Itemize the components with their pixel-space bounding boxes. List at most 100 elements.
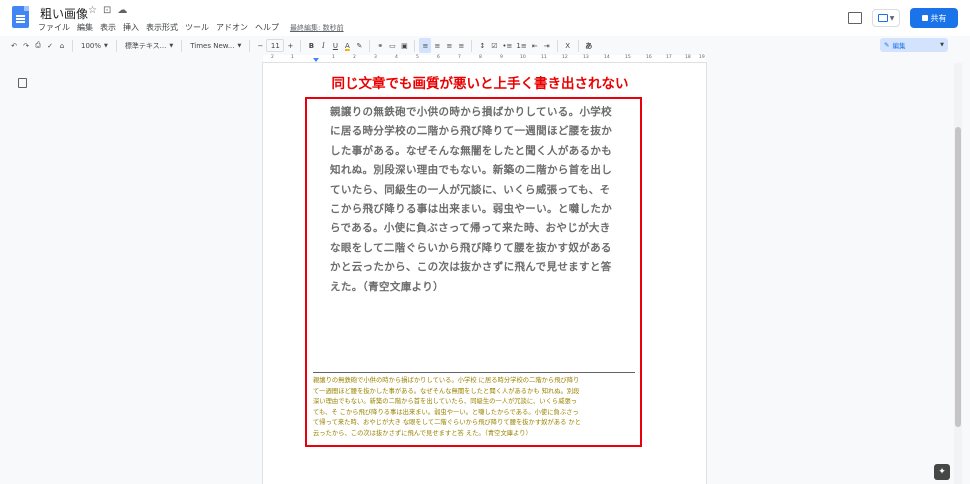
clear-formatting-icon[interactable]: Ⅹ bbox=[562, 38, 574, 53]
move-folder-icon[interactable]: ⊡ bbox=[103, 5, 111, 16]
present-button[interactable]: ▼ bbox=[872, 9, 900, 27]
align-right-icon[interactable]: ≡ bbox=[443, 38, 455, 53]
docs-logo-icon[interactable] bbox=[12, 6, 29, 28]
decrease-font-size-button[interactable]: − bbox=[254, 38, 266, 53]
editing-mode-label: 編集 bbox=[892, 42, 906, 50]
image-text-line: えた。（青空文庫より） bbox=[330, 280, 444, 293]
horizontal-rule bbox=[313, 372, 635, 373]
vertical-ruler[interactable] bbox=[0, 63, 8, 484]
align-justify-icon[interactable]: ≡ bbox=[455, 38, 467, 53]
bold-button[interactable]: B bbox=[305, 38, 317, 53]
ruler-number: 4 bbox=[395, 55, 398, 60]
comment-icon[interactable]: ▭ bbox=[386, 38, 398, 53]
ocr-result-text[interactable]: 親譲りの無鉄砲で小供の時から損ばかりしている。小学校 に居る時分学校の二階から飛… bbox=[313, 376, 637, 440]
pencil-icon: ✎ bbox=[884, 41, 890, 49]
text-color-button[interactable]: A bbox=[341, 38, 353, 53]
zoom-select[interactable]: 100% ▼ bbox=[77, 42, 112, 50]
toolbar-divider bbox=[414, 39, 416, 52]
line-spacing-icon[interactable]: ↕ bbox=[476, 38, 488, 53]
italic-button[interactable]: I bbox=[317, 38, 329, 53]
menu-tools[interactable]: ツール bbox=[185, 22, 209, 33]
font-select[interactable]: Times New... ▼ bbox=[186, 42, 245, 50]
editing-mode-select[interactable]: ✎ 編集 ▼ bbox=[880, 38, 948, 52]
ruler-number: 12 bbox=[562, 55, 568, 60]
image-text-line: らである。小使に負ぶさって帰って来た時、おやじが大き bbox=[330, 222, 611, 235]
font-size-input[interactable]: 11 bbox=[266, 39, 285, 52]
toolbar-divider bbox=[471, 39, 473, 52]
document-outline-icon[interactable] bbox=[18, 78, 27, 88]
explore-icon[interactable]: ✦ bbox=[934, 464, 950, 480]
ruler-number: 19 bbox=[699, 55, 705, 60]
image-text-line: 知れぬ。別段深い理由でもない。新築の二階から首を出し bbox=[330, 164, 613, 177]
paint-format-icon[interactable]: ⌂ bbox=[56, 38, 68, 53]
numbered-list-icon[interactable]: 1≡ bbox=[514, 38, 528, 53]
vertical-scrollbar[interactable] bbox=[954, 63, 962, 484]
image-text-line: した事がある。なぜそんな無闇をしたと聞く人があるかも bbox=[330, 144, 613, 157]
star-icon[interactable]: ☆ bbox=[88, 5, 97, 16]
horizontal-ruler[interactable]: 2 1 1 2 3 4 5 6 7 8 9 10 11 12 13 14 15 … bbox=[263, 55, 706, 63]
present-icon bbox=[877, 14, 888, 22]
chevron-down-icon: ▼ bbox=[104, 42, 108, 49]
style-value: 標準テキス... bbox=[124, 41, 167, 50]
document-headline: 同じ文章でも画質が悪いと上手く書き出されない bbox=[331, 76, 629, 92]
ocr-text-line: 親譲りの無鉄砲で小供の時から損ばかりしている。小学校 に居る時分学校の二階から飛… bbox=[313, 377, 580, 384]
ruler-number: 2 bbox=[353, 55, 356, 60]
increase-indent-icon[interactable]: ⇥ bbox=[541, 38, 553, 53]
spellcheck-icon[interactable]: ✓ bbox=[44, 38, 56, 53]
image-text-line: ていたら、同級生の一人が冗談に、いくら威張っても、そ bbox=[330, 183, 611, 196]
menu-edit[interactable]: 編集 bbox=[77, 22, 93, 33]
ocr-text-line: 深い理由でもない。新築の二階から首を出していたら、同級生の一人が冗談に、いくら威… bbox=[313, 398, 578, 406]
checklist-icon[interactable]: ☑ bbox=[488, 38, 500, 53]
ocr-text-line: 云ったから、この次は抜かさずに飛んで見せますと答 えた。（青空文庫より） bbox=[313, 429, 532, 437]
menu-insert[interactable]: 挿入 bbox=[123, 22, 139, 33]
menu-bar: ファイル 編集 表示 挿入 表示形式 ツール アドオン ヘルプ 最終編集: 数秒… bbox=[38, 22, 344, 33]
image-text-line: な眼をして二階ぐらいから飛び降りて腰を抜かす奴がある bbox=[330, 241, 612, 254]
lock-icon bbox=[921, 15, 928, 21]
image-icon[interactable]: ▣ bbox=[398, 38, 410, 53]
ocr-text-line: て一週間ほど腰を抜かした事がある。なぜそんな無闇をしたと聞く人があるかも 知れぬ… bbox=[313, 387, 580, 395]
ruler-number: 9 bbox=[500, 55, 503, 60]
undo-icon[interactable]: ↶ bbox=[8, 38, 20, 53]
menu-file[interactable]: ファイル bbox=[38, 22, 70, 33]
image-text-line: こから飛び降りる事は出来まい。弱虫やーい。と囃したか bbox=[330, 203, 613, 216]
last-edit-link[interactable]: 最終編集: 数秒前 bbox=[290, 23, 344, 33]
toolbar-divider bbox=[369, 39, 371, 52]
comment-history-icon[interactable] bbox=[848, 12, 862, 24]
scrollbar-thumb[interactable] bbox=[955, 127, 961, 427]
align-left-icon[interactable]: ≡ bbox=[419, 38, 432, 53]
cloud-status-icon[interactable]: ☁ bbox=[117, 5, 127, 16]
image-text-line: かと云ったから、この次は抜かさずに飛んで見せますと答 bbox=[330, 261, 612, 274]
ruler-area: 2 1 1 2 3 4 5 6 7 8 9 10 11 12 13 14 15 … bbox=[0, 55, 970, 63]
link-icon[interactable]: ⚭ bbox=[374, 38, 386, 53]
ruler-number: 5 bbox=[416, 55, 419, 60]
font-value: Times New... bbox=[190, 41, 235, 50]
document-title[interactable]: 粗い画像 bbox=[40, 5, 88, 22]
decrease-indent-icon[interactable]: ⇤ bbox=[529, 38, 541, 53]
low-quality-image-text[interactable]: 親譲りの無鉄砲で小供の時から損ばかりしている。小学校 に居る時分学校の二階から飛… bbox=[330, 103, 620, 297]
ruler-number: 7 bbox=[458, 55, 461, 60]
toolbar-divider bbox=[556, 39, 558, 52]
indent-marker-icon[interactable] bbox=[313, 58, 319, 62]
image-text-line: に居る時分学校の二階から飛び降りて一週間ほど腰を抜か bbox=[330, 125, 613, 138]
menu-addons[interactable]: アドオン bbox=[216, 22, 248, 33]
print-icon[interactable]: ⎙ bbox=[32, 38, 44, 53]
chevron-down-icon: ▼ bbox=[940, 42, 944, 48]
highlight-icon[interactable]: ✎ bbox=[353, 38, 365, 53]
increase-font-size-button[interactable]: + bbox=[284, 38, 296, 53]
toolbar-divider bbox=[72, 39, 73, 52]
toolbar-divider bbox=[115, 39, 117, 52]
menu-view[interactable]: 表示 bbox=[100, 22, 116, 33]
align-center-icon[interactable]: ≡ bbox=[431, 38, 443, 53]
underline-button[interactable]: U bbox=[329, 38, 341, 53]
share-button[interactable]: 共有 bbox=[910, 8, 958, 28]
menu-help[interactable]: ヘルプ bbox=[255, 22, 279, 33]
ocr-text-line: て帰って来た時、おやじが大き な眼をして二階ぐらいから飛び降りて腰を抜かす奴があ… bbox=[313, 419, 581, 427]
chevron-down-icon: ▼ bbox=[237, 42, 242, 49]
chevron-down-icon: ▼ bbox=[169, 42, 174, 49]
menu-format[interactable]: 表示形式 bbox=[146, 22, 178, 33]
input-tools-button[interactable]: あ bbox=[583, 38, 595, 53]
ruler-number: 13 bbox=[583, 55, 589, 60]
bulleted-list-icon[interactable]: •≡ bbox=[500, 38, 514, 53]
redo-icon[interactable]: ↷ bbox=[20, 38, 32, 53]
style-select[interactable]: 標準テキス... ▼ bbox=[121, 41, 177, 51]
